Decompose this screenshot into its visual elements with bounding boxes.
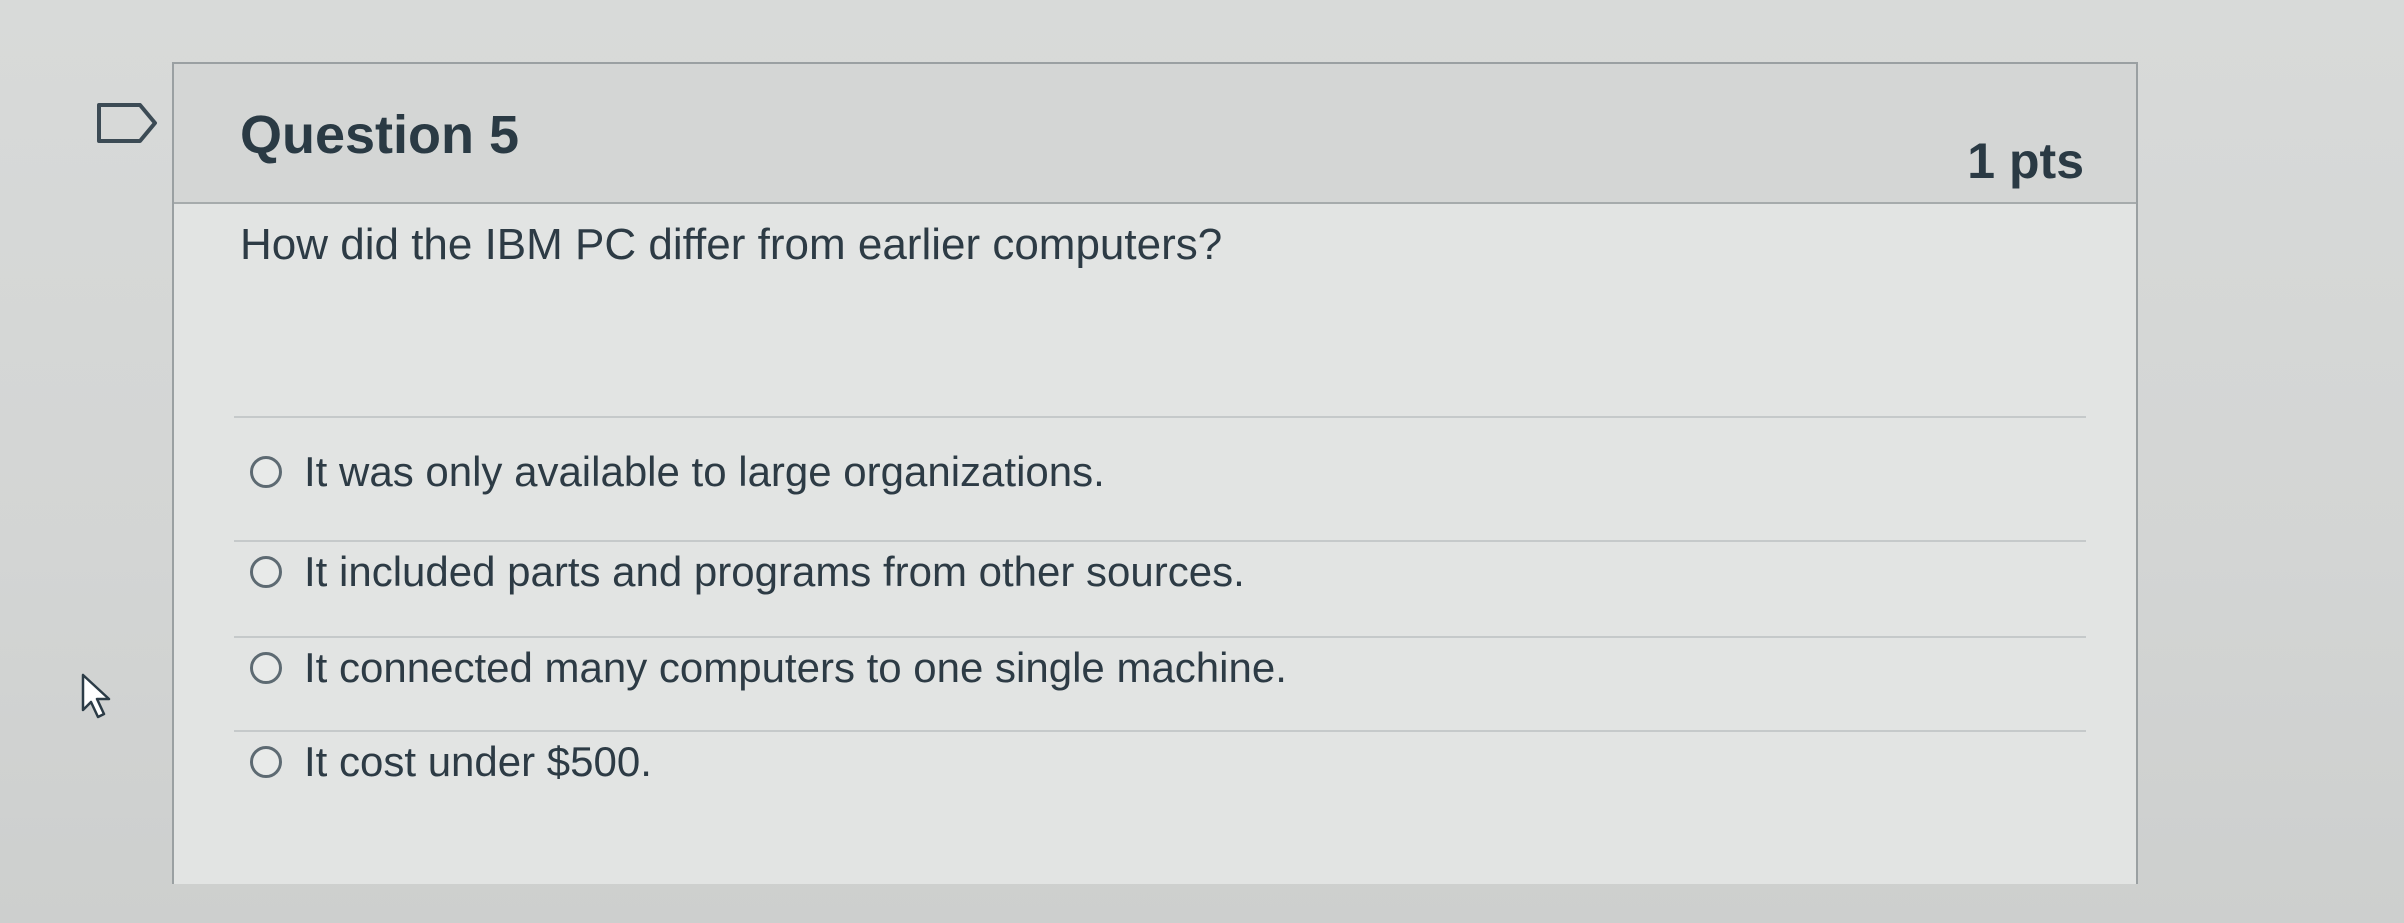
answer-divider — [234, 540, 2086, 542]
answer-divider — [234, 416, 2086, 418]
answer-label: It included parts and programs from othe… — [304, 548, 1245, 595]
flag-icon[interactable] — [96, 102, 158, 144]
answer-label: It cost under $500. — [304, 738, 652, 785]
answer-label: It connected many computers to one singl… — [304, 644, 1287, 691]
radio-button[interactable] — [250, 556, 282, 588]
question-points: 1 pts — [1967, 133, 2084, 189]
answer-label: It was only available to large organizat… — [304, 448, 1105, 495]
answer-divider — [234, 730, 2086, 732]
radio-button[interactable] — [250, 652, 282, 684]
quiz-screen: Question 5 1 pts How did the IBM PC diff… — [0, 0, 2404, 923]
radio-button[interactable] — [250, 456, 282, 488]
mouse-pointer-icon — [81, 673, 111, 719]
question-title: Question 5 — [240, 105, 520, 165]
answer-option-2[interactable]: It included parts and programs from othe… — [250, 548, 1245, 596]
question-text: How did the IBM PC differ from earlier c… — [240, 220, 1223, 269]
question-card: Question 5 1 pts How did the IBM PC diff… — [172, 62, 2138, 884]
radio-button[interactable] — [250, 746, 282, 778]
question-header: Question 5 1 pts — [174, 64, 2136, 204]
answer-option-4[interactable]: It cost under $500. — [250, 738, 652, 786]
answer-option-1[interactable]: It was only available to large organizat… — [250, 448, 1105, 496]
answer-option-3[interactable]: It connected many computers to one singl… — [250, 644, 1287, 692]
answer-divider — [234, 636, 2086, 638]
